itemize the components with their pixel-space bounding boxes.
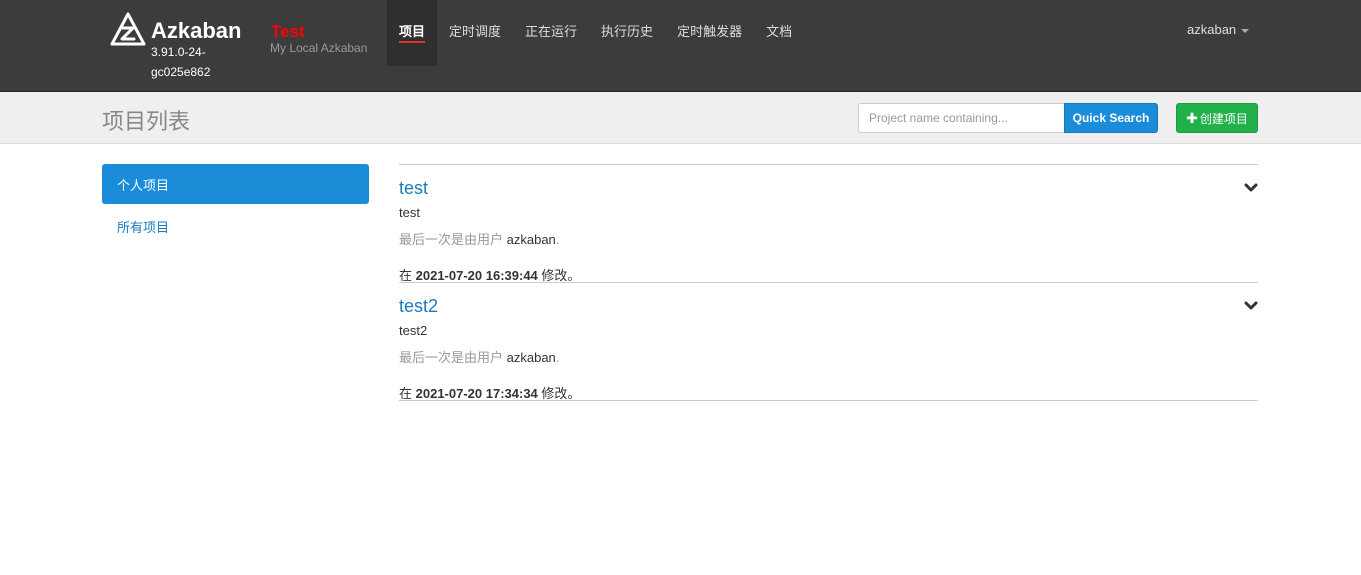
modified-time: 2021-07-20 16:39:44 — [415, 268, 538, 283]
project-modified: 在 2021-07-20 17:34:34 修改。 — [399, 383, 580, 402]
sidebar-item-label: 个人项目 — [117, 177, 170, 193]
modified-suffix: 修改。 — [541, 386, 581, 401]
nav-item-triggers[interactable]: 定时触发器 — [665, 0, 754, 66]
project-name-link[interactable]: test — [399, 178, 428, 199]
modified-prefix: 在 — [399, 386, 413, 401]
project-uploader: 最后一次是由用户 azkaban. — [399, 347, 559, 366]
nav-item-label: 执行历史 — [601, 24, 654, 39]
project-search-input[interactable] — [858, 103, 1065, 133]
page-title: 项目列表 — [102, 109, 191, 134]
uploader-suffix: . — [555, 350, 560, 365]
plus-icon: ✚ — [1186, 110, 1198, 126]
nav-item-label: 定时触发器 — [677, 24, 743, 39]
uploader-suffix: . — [555, 232, 560, 247]
caret-down-icon — [1241, 28, 1250, 33]
nav-item-label: 定时调度 — [449, 24, 502, 39]
user-menu[interactable]: azkaban — [1187, 22, 1250, 37]
project-uploader: 最后一次是由用户 azkaban. — [399, 229, 559, 248]
azkaban-logo-icon[interactable] — [110, 12, 146, 48]
top-navbar: Azkaban 3.91.0-24-gc025e862 Test My Loca… — [0, 0, 1361, 92]
nav-item-label: 项目 — [399, 21, 426, 43]
uploader-prefix: 最后一次是由用户 — [399, 350, 504, 365]
nav-item-scheduling[interactable]: 定时调度 — [437, 0, 513, 66]
uploader-prefix: 最后一次是由用户 — [399, 232, 504, 247]
quick-search-button[interactable]: Quick Search — [1064, 103, 1158, 133]
project-modified: 在 2021-07-20 16:39:44 修改。 — [399, 265, 580, 284]
sidebar-item-personal-projects[interactable]: 个人项目 — [102, 164, 369, 204]
main-nav: 项目 定时调度 正在运行 执行历史 定时触发器 文档 — [387, 0, 804, 66]
modified-suffix: 修改。 — [541, 268, 581, 283]
environment-name: Test — [271, 22, 305, 41]
nav-item-executing[interactable]: 正在运行 — [513, 0, 589, 66]
sidebar-item-all-projects[interactable]: 所有项目 — [102, 206, 369, 246]
sidebar-item-label: 所有项目 — [117, 219, 170, 235]
uploader-name: azkaban — [506, 350, 556, 365]
project-row: test test 最后一次是由用户 azkaban. 在 2021-07-20… — [399, 165, 1258, 283]
nav-item-label: 正在运行 — [525, 24, 578, 39]
chevron-down-icon[interactable] — [1244, 299, 1258, 313]
project-description: test — [399, 205, 420, 220]
project-row: test2 test2 最后一次是由用户 azkaban. 在 2021-07-… — [399, 283, 1258, 401]
modified-prefix: 在 — [399, 268, 413, 283]
brand-name[interactable]: Azkaban — [151, 18, 241, 44]
environment-description: My Local Azkaban — [270, 41, 368, 55]
project-list: test test 最后一次是由用户 azkaban. 在 2021-07-20… — [399, 164, 1258, 401]
nav-item-projects[interactable]: 项目 — [387, 0, 438, 66]
modified-time: 2021-07-20 17:34:34 — [415, 386, 538, 401]
project-name-link[interactable]: test2 — [399, 296, 438, 317]
page-header: 项目列表 Quick Search ✚ 创建项目 — [0, 92, 1361, 144]
nav-item-label: 文档 — [766, 24, 793, 39]
create-project-label: 创建项目 — [1199, 111, 1248, 126]
chevron-down-icon[interactable] — [1244, 181, 1258, 195]
uploader-name: azkaban — [506, 232, 556, 247]
create-project-button[interactable]: ✚ 创建项目 — [1176, 103, 1258, 133]
brand-version: 3.91.0-24-gc025e862 — [151, 45, 211, 79]
user-name: azkaban — [1187, 22, 1237, 37]
nav-item-docs[interactable]: 文档 — [754, 0, 804, 66]
project-description: test2 — [399, 323, 428, 338]
nav-item-history[interactable]: 执行历史 — [589, 0, 665, 66]
